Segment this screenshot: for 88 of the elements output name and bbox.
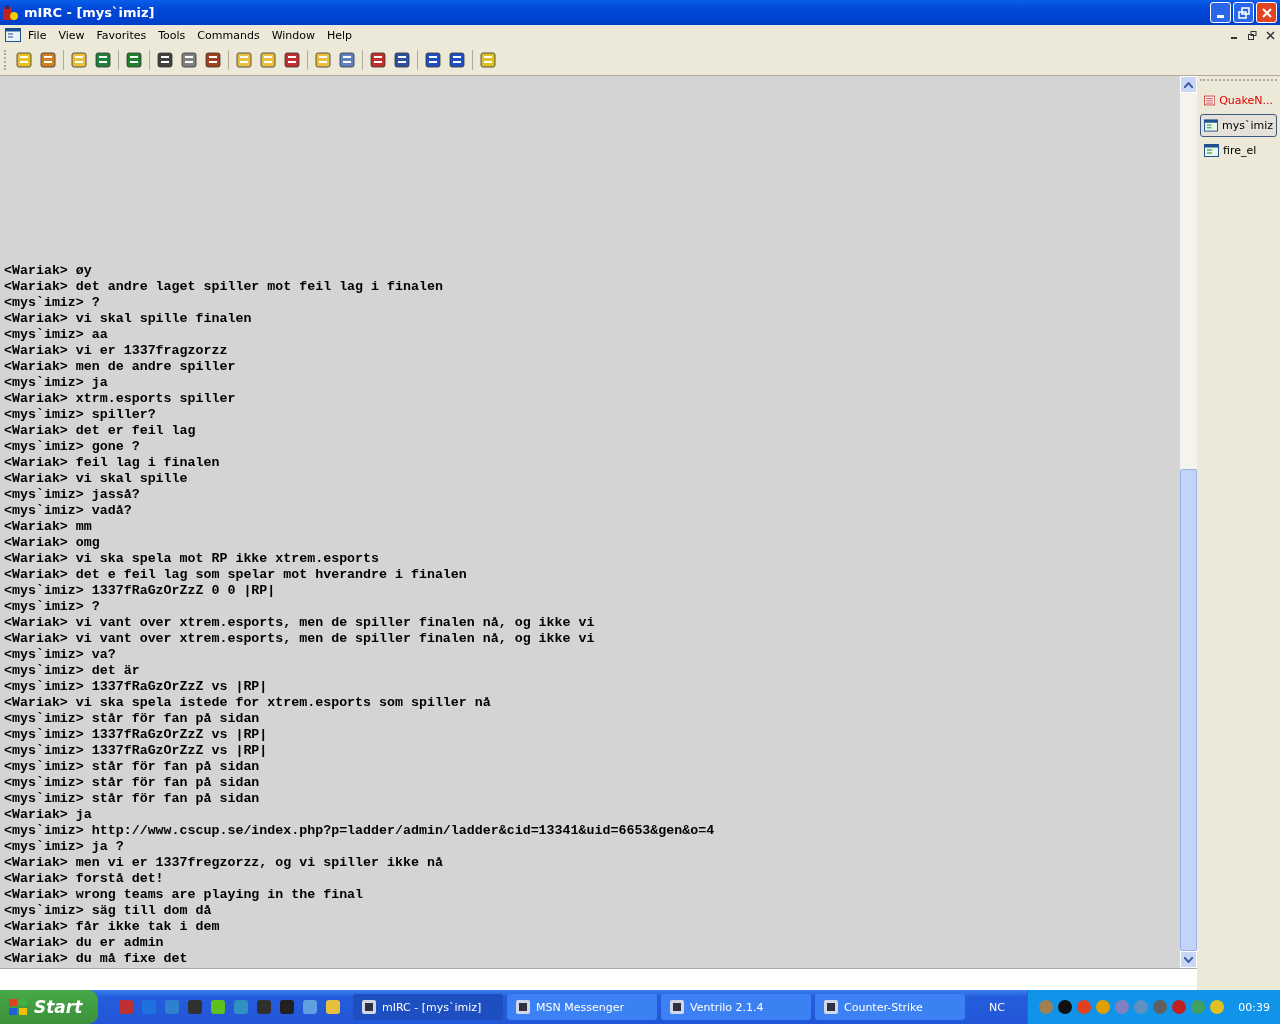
taskbar-button[interactable]: Counter-Strike [815,994,965,1020]
menu-item[interactable]: Tools [153,28,191,42]
chat-message: <Wariak> du er admin [4,935,165,951]
app-icon [823,999,839,1015]
menu-item[interactable]: Commands [192,28,265,42]
taskbar-button[interactable]: MSN Messenger [507,994,657,1020]
chat-message: <Wariak> forstå det! [4,871,165,887]
chat-message: <Wariak> det andre laget spiller mot feil lag i finalen [4,279,444,295]
scroll-bar[interactable] [1180,76,1197,968]
app-icon [361,999,377,1015]
clock: 00:39 [1238,1000,1270,1014]
chat-message: <mys`imiz> 1337fRaGzOrZzZ vs |RP| [4,679,269,695]
chat-message: <mys`imiz> står för fan på sidan [4,791,261,807]
chat-message: <mys`imiz> ja [4,375,109,391]
chat-message: <Wariak> vi vant over xtrem.esports, men de spiller finalen nå, og ikke vi [4,631,596,647]
windows-logo [8,998,28,1016]
restore-icon [1247,30,1257,40]
chat-message: <mys`imiz> 1337fRaGzOrZzZ vs |RP| [4,743,269,759]
chat-message: <Wariak> vi ska spela mot RP ikke xtrem.esports [4,551,381,567]
chat-message: <Wariak> mm [4,519,93,535]
chat-message: <Wariak> xtrm.esports spiller [4,391,237,407]
window-tab[interactable]: QuakeN... [1200,89,1277,112]
chat-message: <Wariak> vi ska spela istede for xtrem.esports som spiller nå [4,695,492,711]
chat-message: <Wariak> vi er 1337fragzorzz [4,343,229,359]
quick-launch-icon[interactable] [210,999,226,1015]
menu-item[interactable]: View [53,28,90,42]
chat-message: <Wariak> men vi er 1337fregzorzz, og vi spiller ikke nå [4,855,444,871]
app-icon [515,999,531,1015]
minimize-icon [1217,14,1224,18]
quick-launch-icon[interactable] [325,999,341,1015]
app-icon [669,999,685,1015]
window-title: mIRC - [mys`imiz] [24,5,155,20]
message-input[interactable] [0,968,1197,990]
chat-message: <Wariak> feil lag i finalen [4,455,221,471]
minimize-icon [1231,36,1237,39]
chat-message: <mys`imiz> aa [4,327,109,343]
chat-message: <Wariak> det e feil lag som spelar mot hverandre i finalen [4,567,468,583]
language-indicator[interactable]: NC [969,1000,1019,1014]
taskbar-button[interactable]: Ventrilo 2.1.4 [661,994,811,1020]
chat-message: <mys`imiz> ? [4,599,101,615]
chat-message: <Wariak> vi skal spille finalen [4,311,253,327]
chat-message: <mys`imiz> http://www.cscup.se/index.php?p=ladder/admin/ladder&cid=13341&uid=6653&gen&o=4 [4,823,716,839]
chat-message: <Wariak> vi skal spille [4,471,189,487]
chat-message: <Wariak> vi vant over xtrem.esports, men de spiller finalen nå, og ikke vi [4,615,596,631]
chat-message: <mys`imiz> gone ? [4,439,141,455]
restore-button[interactable] [1233,2,1254,23]
chat-message: <mys`imiz> spiller? [4,407,157,423]
close-icon [1265,30,1275,40]
chat-message: <mys`imiz> står för fan på sidan [4,775,261,791]
chat-message: <mys`imiz> det är [4,663,141,679]
chat-message: <mys`imiz> står för fan på sidan [4,711,261,727]
menu-item[interactable]: Favorites [91,28,152,42]
quick-launch-icon[interactable] [302,999,318,1015]
window-tab[interactable]: fire_el [1200,139,1277,162]
chat-message: <mys`imiz> 1337fRaGzOrZzZ 0 0 |RP| [4,583,277,599]
chat-message: <Wariak> du må fixe det [4,951,189,967]
chat-message: <Wariak> får ikke tak i dem [4,919,221,935]
taskbar-button[interactable]: mIRC - [mys`imiz] [353,994,503,1020]
chat-message: <Wariak> men de andre spiller [4,359,237,375]
chat-message: <mys`imiz> står för fan på sidan [4,759,261,775]
quick-launch-icon[interactable] [256,999,272,1015]
chat-message: <Wariak> wrong teams are playing in the final [4,887,365,903]
app-icon [3,4,19,21]
chat-message: <Wariak> omg [4,535,101,551]
chat-message: <Wariak> øy [4,263,93,279]
chat-message: <mys`imiz> ? [4,295,101,311]
menu-item[interactable]: File [23,28,52,42]
quick-launch-icon[interactable] [187,999,203,1015]
close-icon [1260,6,1273,19]
chat-message: <Wariak> ja [4,807,93,823]
chat-message: <mys`imiz> ja ? [4,839,125,855]
chat-message: <mys`imiz> säg till dom då [4,903,213,919]
status-window-icon [1204,94,1216,107]
menu-item[interactable]: Help [322,28,358,42]
chat-message: <mys`imiz> jasså? [4,487,141,503]
tray-icon[interactable] [1057,999,1074,1015]
chat-message: <mys`imiz> vadå? [4,503,133,519]
query-window-icon [1204,119,1218,132]
minimize-button[interactable] [1210,2,1231,23]
query-window-icon [1204,144,1219,157]
restore-icon [1237,6,1250,19]
chat-message: <mys`imiz> va? [4,647,117,663]
chat-message: <mys`imiz> 1337fRaGzOrZzZ vs |RP| [4,727,269,743]
window-menu-icon[interactable] [5,28,21,42]
quick-launch-icon[interactable] [279,999,295,1015]
chat-message: <Wariak> det er feil lag [4,423,197,439]
menu-item[interactable]: Window [266,28,320,42]
window-tab[interactable]: mys`imiz [1200,114,1277,137]
